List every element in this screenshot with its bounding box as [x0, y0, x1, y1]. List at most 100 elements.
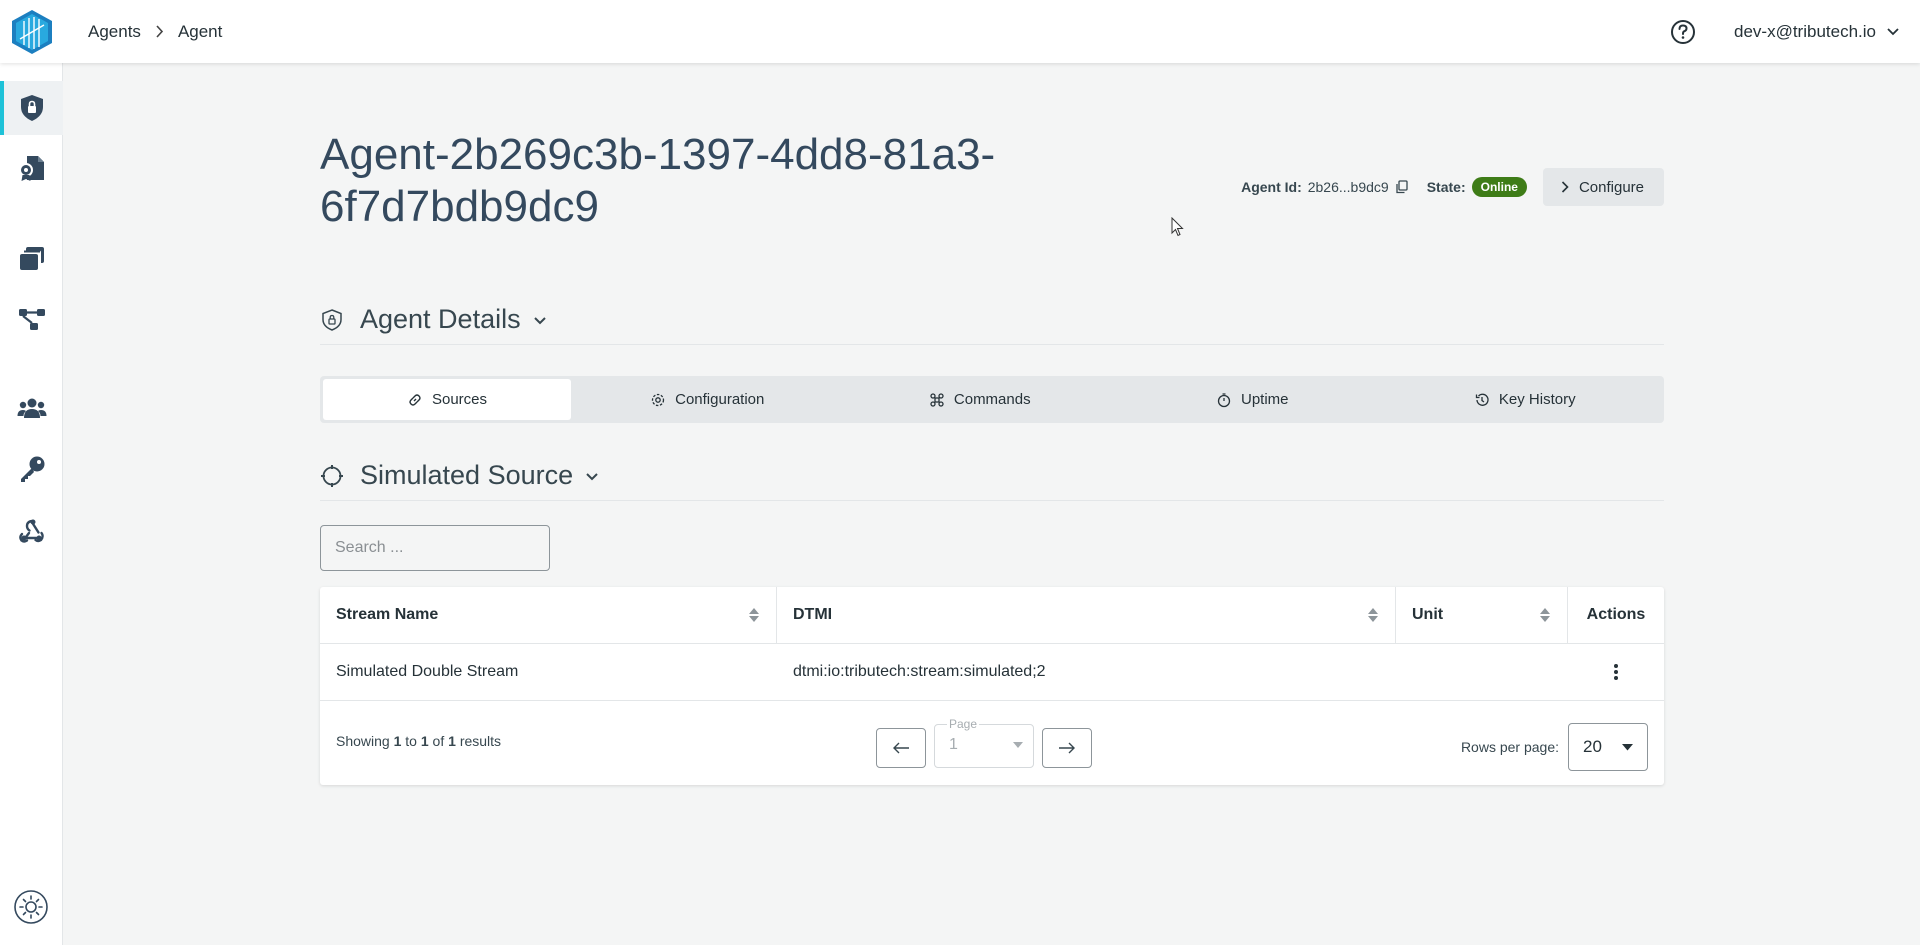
- shield-lock-icon: [20, 95, 43, 121]
- agent-id-label: Agent Id:: [1241, 179, 1302, 195]
- rows-per-page-value: 20: [1583, 737, 1602, 756]
- sort-icon[interactable]: [1539, 607, 1551, 623]
- agent-details-title: Agent Details: [360, 304, 521, 334]
- row-actions-button[interactable]: [1568, 644, 1664, 700]
- summary-text: results: [459, 733, 502, 749]
- configure-button[interactable]: Configure: [1542, 168, 1664, 206]
- history-icon: [1475, 393, 1489, 406]
- sun-icon[interactable]: [13, 889, 49, 925]
- command-icon: [930, 392, 944, 407]
- column-label: Stream Name: [336, 606, 439, 623]
- sidebar-item-users[interactable]: [0, 381, 63, 435]
- caret-down-icon: [1622, 743, 1633, 750]
- help-icon[interactable]: [1668, 17, 1698, 47]
- webhook-icon: [18, 519, 44, 543]
- tributech-logo[interactable]: [10, 9, 54, 55]
- stack-cards-icon: [19, 247, 44, 270]
- gear-icon: [651, 393, 665, 406]
- column-label: Unit: [1412, 606, 1444, 623]
- caret-down-icon: [1013, 742, 1023, 748]
- summary-text: of: [432, 733, 445, 749]
- previous-page-button[interactable]: [876, 728, 926, 768]
- stopwatch-icon: [1217, 392, 1231, 407]
- sidebar-item-webhooks[interactable]: [0, 503, 63, 557]
- tab-label: Configuration: [675, 391, 765, 408]
- chevron-down-icon: [533, 316, 546, 324]
- agent-details-tabs: Sources Configuration Commands Uptime Ke…: [320, 376, 1664, 423]
- cell-unit: [1396, 644, 1568, 700]
- column-header-dtmi[interactable]: DTMI: [777, 587, 1396, 643]
- status-badge: Online: [1471, 177, 1527, 197]
- sidebar-item-keys[interactable]: [0, 442, 63, 496]
- results-summary: Showing 1 to 1 of 1 results: [336, 733, 501, 749]
- summary-to: 1: [420, 733, 429, 749]
- simulated-source-title: Simulated Source: [360, 460, 574, 490]
- agent-meta: Agent Id: 2b26...b9dc9 State: Online Con…: [1241, 168, 1664, 206]
- tab-label: Sources: [431, 391, 488, 408]
- column-label: DTMI: [793, 606, 833, 623]
- sidebar-item-network[interactable]: [0, 292, 63, 346]
- summary-text: to: [405, 733, 417, 749]
- summary-text: Showing: [336, 733, 390, 749]
- more-vertical-icon[interactable]: [1613, 663, 1619, 681]
- arrow-left-icon: [893, 742, 909, 754]
- certificate-file-icon: [18, 156, 44, 181]
- tab-label: Key History: [1498, 391, 1576, 408]
- shield-lock-outline-icon: [322, 308, 342, 331]
- search-input[interactable]: [335, 539, 542, 557]
- sidebar-item-agents[interactable]: [0, 81, 63, 135]
- state-label: State:: [1426, 179, 1466, 195]
- sidebar: [0, 63, 63, 945]
- user-menu[interactable]: dev-x@tributech.io: [1734, 22, 1900, 42]
- page-value: 1: [949, 736, 958, 753]
- tab-uptime[interactable]: Uptime: [1116, 379, 1389, 420]
- breadcrumb: Agents Agent: [88, 0, 222, 63]
- chevron-right-icon: [1561, 181, 1569, 193]
- link-icon: [409, 393, 421, 406]
- column-header-actions: Actions: [1568, 587, 1664, 643]
- page-select[interactable]: Page 1: [934, 717, 1034, 768]
- top-bar: Agents Agent dev-x@tributech.io: [0, 0, 1920, 63]
- breadcrumb-agents[interactable]: Agents: [88, 22, 141, 42]
- tab-sources[interactable]: Sources: [323, 379, 571, 420]
- column-label: Actions: [1586, 606, 1646, 623]
- node-graph-icon: [18, 309, 45, 330]
- rows-per-page-select[interactable]: 20: [1568, 723, 1648, 771]
- page-label: Page: [947, 717, 980, 731]
- table-footer: Showing 1 to 1 of 1 results Page 1 Rows …: [320, 701, 1664, 783]
- simulated-source-header[interactable]: Simulated Source: [320, 451, 1664, 501]
- streams-table: Stream Name DTMI Unit Actions Simulated …: [320, 587, 1664, 785]
- summary-from: 1: [393, 733, 402, 749]
- tab-configuration[interactable]: Configuration: [571, 379, 844, 420]
- user-email: dev-x@tributech.io: [1734, 21, 1876, 41]
- arrow-right-icon: [1059, 742, 1075, 754]
- copy-icon[interactable]: [1395, 180, 1409, 194]
- table-header: Stream Name DTMI Unit Actions: [320, 587, 1664, 644]
- sort-icon[interactable]: [748, 607, 760, 623]
- tab-commands[interactable]: Commands: [844, 379, 1117, 420]
- sort-icon[interactable]: [1367, 607, 1379, 623]
- rows-per-page: Rows per page: 20: [1461, 723, 1648, 771]
- column-header-unit[interactable]: Unit: [1396, 587, 1568, 643]
- breadcrumb-agent: Agent: [177, 21, 223, 41]
- agent-details-header[interactable]: Agent Details: [320, 295, 1664, 345]
- chevron-right-icon: [155, 25, 164, 38]
- chevron-down-icon: [586, 472, 598, 480]
- pagination: Page 1: [876, 717, 1092, 768]
- sidebar-item-certificates[interactable]: [0, 141, 63, 195]
- rows-per-page-label: Rows per page:: [1460, 739, 1559, 755]
- column-header-stream-name[interactable]: Stream Name: [320, 587, 777, 643]
- mouse-cursor-icon: [1171, 217, 1184, 237]
- configure-label: Configure: [1578, 178, 1644, 196]
- tab-key-history[interactable]: Key History: [1389, 379, 1662, 420]
- sidebar-item-streams[interactable]: [0, 232, 63, 286]
- summary-total: 1: [448, 733, 456, 749]
- next-page-button[interactable]: [1042, 728, 1092, 768]
- table-row[interactable]: Simulated Double Stream dtmi:io:tributec…: [320, 644, 1664, 701]
- tab-label: Commands: [953, 391, 1031, 408]
- search-field[interactable]: [320, 525, 550, 571]
- users-icon: [17, 398, 46, 418]
- cell-stream-name: Simulated Double Stream: [336, 663, 519, 680]
- tab-label: Uptime: [1240, 391, 1289, 408]
- page-title: Agent-2b269c3b-1397-4dd8-81a3-6f7d7bdb9d…: [320, 130, 996, 231]
